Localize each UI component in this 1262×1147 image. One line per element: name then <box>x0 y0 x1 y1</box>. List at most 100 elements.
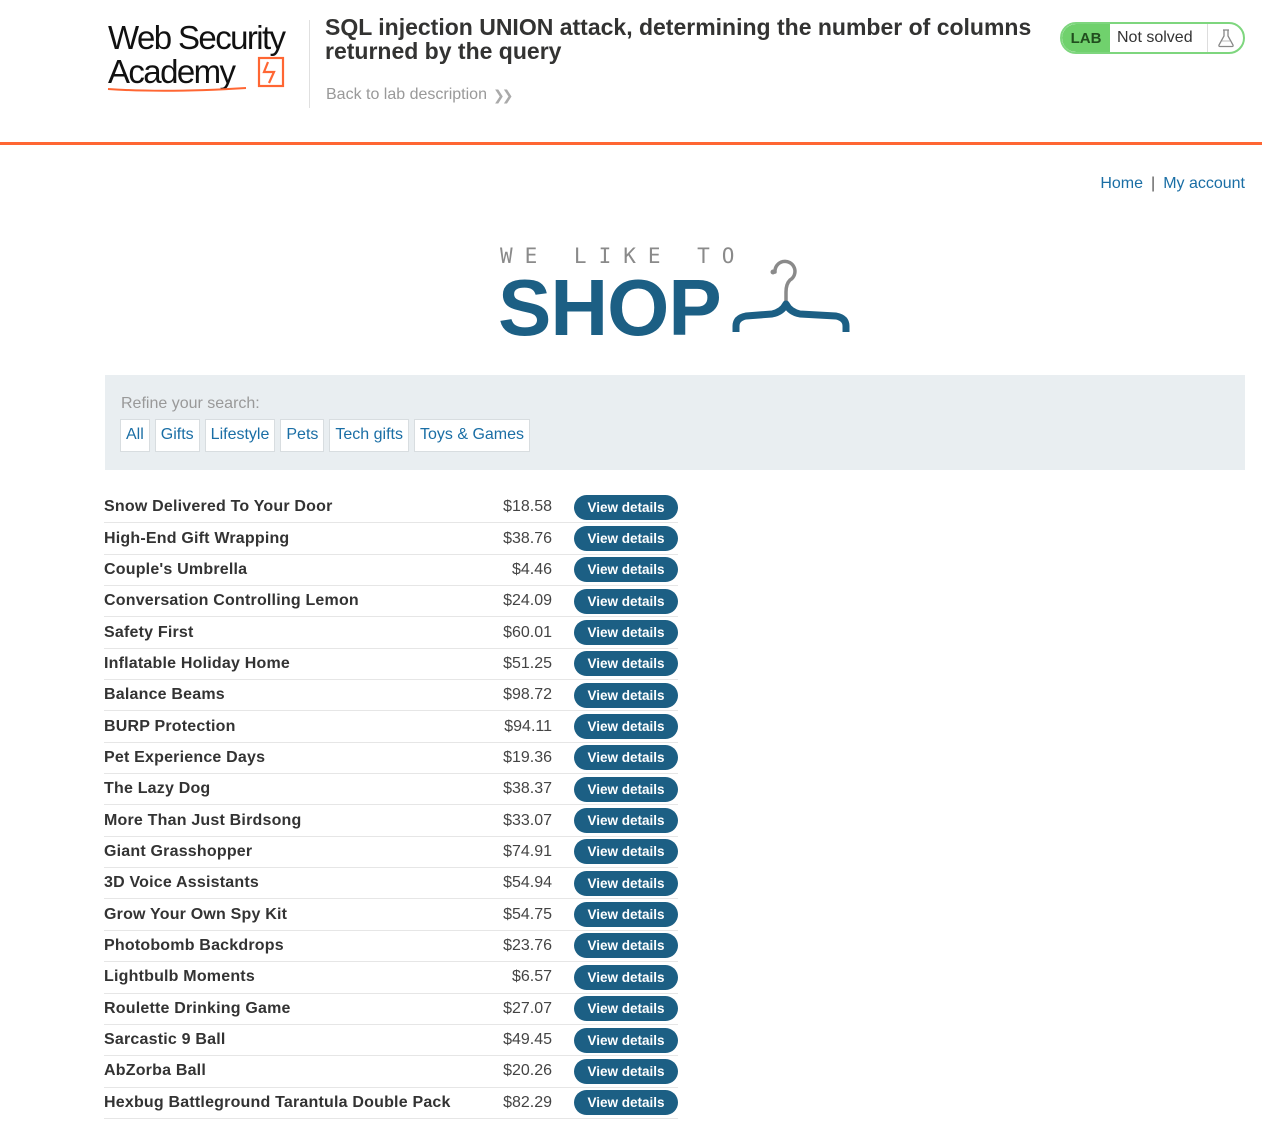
shop-word: SHOP <box>498 263 722 352</box>
product-name: Giant Grasshopper <box>104 842 253 860</box>
product-name: Conversation Controlling Lemon <box>104 592 359 610</box>
table-row: Conversation Controlling Lemon $24.09 View… <box>104 586 678 618</box>
product-table: Snow Delivered To Your Door $18.58 View de… <box>104 492 678 1119</box>
back-to-lab-description-link[interactable]: Back to lab description ❯❯ <box>326 86 514 104</box>
view-details-button[interactable]: View details <box>574 620 678 646</box>
table-row: AbZorba Ball $20.26 View details <box>104 1056 678 1088</box>
view-details-button[interactable]: View details <box>574 996 678 1022</box>
nav-separator: | <box>1151 175 1156 192</box>
refine-search-panel: Refine your search: All Gifts Lifestyle … <box>105 375 1245 470</box>
table-row: Safety First $60.01 View details <box>104 617 678 649</box>
back-link-label: Back to lab description <box>326 86 487 103</box>
product-name: More Than Just Birdsong <box>104 811 302 829</box>
table-row: Inflatable Holiday Home $51.25 View detail… <box>104 649 678 681</box>
product-price: $74.91 <box>503 842 552 860</box>
product-name: BURP Protection <box>104 717 236 735</box>
lab-title: SQL injection UNION attack, determining … <box>325 14 1032 64</box>
view-details-button[interactable]: View details <box>574 776 678 802</box>
table-row: The Lazy Dog $38.37 View details <box>104 774 678 806</box>
table-row: Snow Delivered To Your Door $18.58 View de… <box>104 492 678 524</box>
view-details-button[interactable]: View details <box>574 682 678 708</box>
lab-status-widget: LAB Not solved <box>1060 22 1245 54</box>
header-divider <box>309 20 310 108</box>
category-all-link[interactable]: All <box>120 419 150 452</box>
refine-label: Refine your search: <box>121 395 260 412</box>
category-gifts-link[interactable]: Gifts <box>154 419 200 452</box>
view-details-button[interactable]: View details <box>574 526 678 552</box>
view-details-button[interactable]: View details <box>574 902 678 928</box>
product-price: $38.76 <box>503 529 552 547</box>
view-details-button[interactable]: View details <box>574 714 678 740</box>
view-details-button[interactable]: View details <box>574 1027 678 1053</box>
product-name: Lightbulb Moments <box>104 968 255 986</box>
product-price: $27.07 <box>503 999 552 1017</box>
category-lifestyle-link[interactable]: Lifestyle <box>204 419 276 452</box>
product-price: $6.57 <box>511 968 552 986</box>
product-name: Pet Experience Days <box>104 748 266 766</box>
product-name: Safety First <box>104 623 194 641</box>
table-row: 3D Voice Assistants $54.94 View details <box>104 868 678 900</box>
table-row: Roulette Drinking Game $27.07 View details <box>104 994 678 1025</box>
table-row: BURP Protection $94.11 View details <box>104 711 678 743</box>
view-details-button[interactable]: View details <box>574 870 678 896</box>
view-details-button[interactable]: View details <box>574 933 678 959</box>
category-filter-list: All Gifts Lifestyle Pets Tech gifts Toys… <box>120 419 531 452</box>
product-name: Grow Your Own Spy Kit <box>104 905 288 923</box>
product-name: Snow Delivered To Your Door <box>104 498 333 516</box>
product-price: $18.58 <box>503 498 552 516</box>
table-row: Lightbulb Moments $6.57 View details <box>104 962 678 994</box>
product-price: $94.11 <box>504 717 552 735</box>
top-nav: Home | My account <box>1100 175 1245 193</box>
product-name: 3D Voice Assistants <box>104 874 259 892</box>
product-price: $38.37 <box>503 780 552 798</box>
logo-bolt-icon <box>257 56 285 88</box>
view-details-button[interactable]: View details <box>574 588 678 614</box>
table-row: Pet Experience Days $19.36 View details <box>104 743 678 775</box>
lab-status-text: Not solved <box>1117 29 1193 46</box>
view-details-button[interactable]: View details <box>574 964 678 990</box>
product-name: High-End Gift Wrapping <box>104 529 290 547</box>
product-price: $51.25 <box>503 654 552 672</box>
category-toys-games-link[interactable]: Toys & Games <box>413 419 531 452</box>
product-price: $49.45 <box>503 1031 552 1049</box>
view-details-button[interactable]: View details <box>574 651 678 677</box>
product-name: AbZorba Ball <box>104 1062 206 1080</box>
table-row: More Than Just Birdsong $33.07 View detail… <box>104 805 678 837</box>
product-price: $20.26 <box>503 1062 552 1080</box>
double-chevron-right-icon: ❯❯ <box>492 86 514 103</box>
view-details-button[interactable]: View details <box>574 1058 678 1084</box>
product-name: Hexbug Battleground Tarantula Double Pac… <box>104 1093 451 1111</box>
table-row: Grow Your Own Spy Kit $54.75 View details <box>104 899 678 931</box>
product-name: Roulette Drinking Game <box>104 999 291 1017</box>
table-row: Balance Beams $98.72 View details <box>104 680 678 712</box>
view-details-button[interactable]: View details <box>574 557 678 583</box>
view-details-button[interactable]: View details <box>574 839 678 865</box>
product-price: $98.72 <box>503 686 552 704</box>
product-price: $33.07 <box>503 811 552 829</box>
table-row: Giant Grasshopper $74.91 View details <box>104 837 678 869</box>
product-price: $4.46 <box>511 560 552 578</box>
table-row: Hexbug Battleground Tarantula Double Pac… <box>104 1088 678 1119</box>
view-details-button[interactable]: View details <box>574 1090 678 1116</box>
view-details-button[interactable]: View details <box>574 494 678 520</box>
product-name: Inflatable Holiday Home <box>104 654 290 672</box>
lab-tag: LAB <box>1062 24 1110 52</box>
logo-line1: Web Security <box>108 19 286 56</box>
home-link[interactable]: Home <box>1100 175 1143 192</box>
view-details-button[interactable]: View details <box>574 745 678 771</box>
category-pets-link[interactable]: Pets <box>280 419 325 452</box>
table-row: Sarcastic 9 Ball $49.45 View details <box>104 1025 678 1057</box>
table-row: High-End Gift Wrapping $38.76 View details <box>104 523 678 555</box>
product-price: $19.36 <box>503 748 552 766</box>
product-name: Couple's Umbrella <box>104 560 248 578</box>
product-price: $54.75 <box>503 905 552 923</box>
my-account-link[interactable]: My account <box>1163 175 1245 192</box>
academy-header: Web Security Academy SQL injection UNION… <box>0 0 1262 145</box>
product-price: $54.94 <box>503 874 552 892</box>
category-tech-gifts-link[interactable]: Tech gifts <box>329 419 409 452</box>
view-details-button[interactable]: View details <box>574 808 678 834</box>
product-name: Sarcastic 9 Ball <box>104 1031 226 1049</box>
product-price: $23.76 <box>503 936 552 954</box>
web-security-academy-logo[interactable]: Web Security Academy <box>106 18 306 96</box>
product-name: The Lazy Dog <box>104 780 211 798</box>
